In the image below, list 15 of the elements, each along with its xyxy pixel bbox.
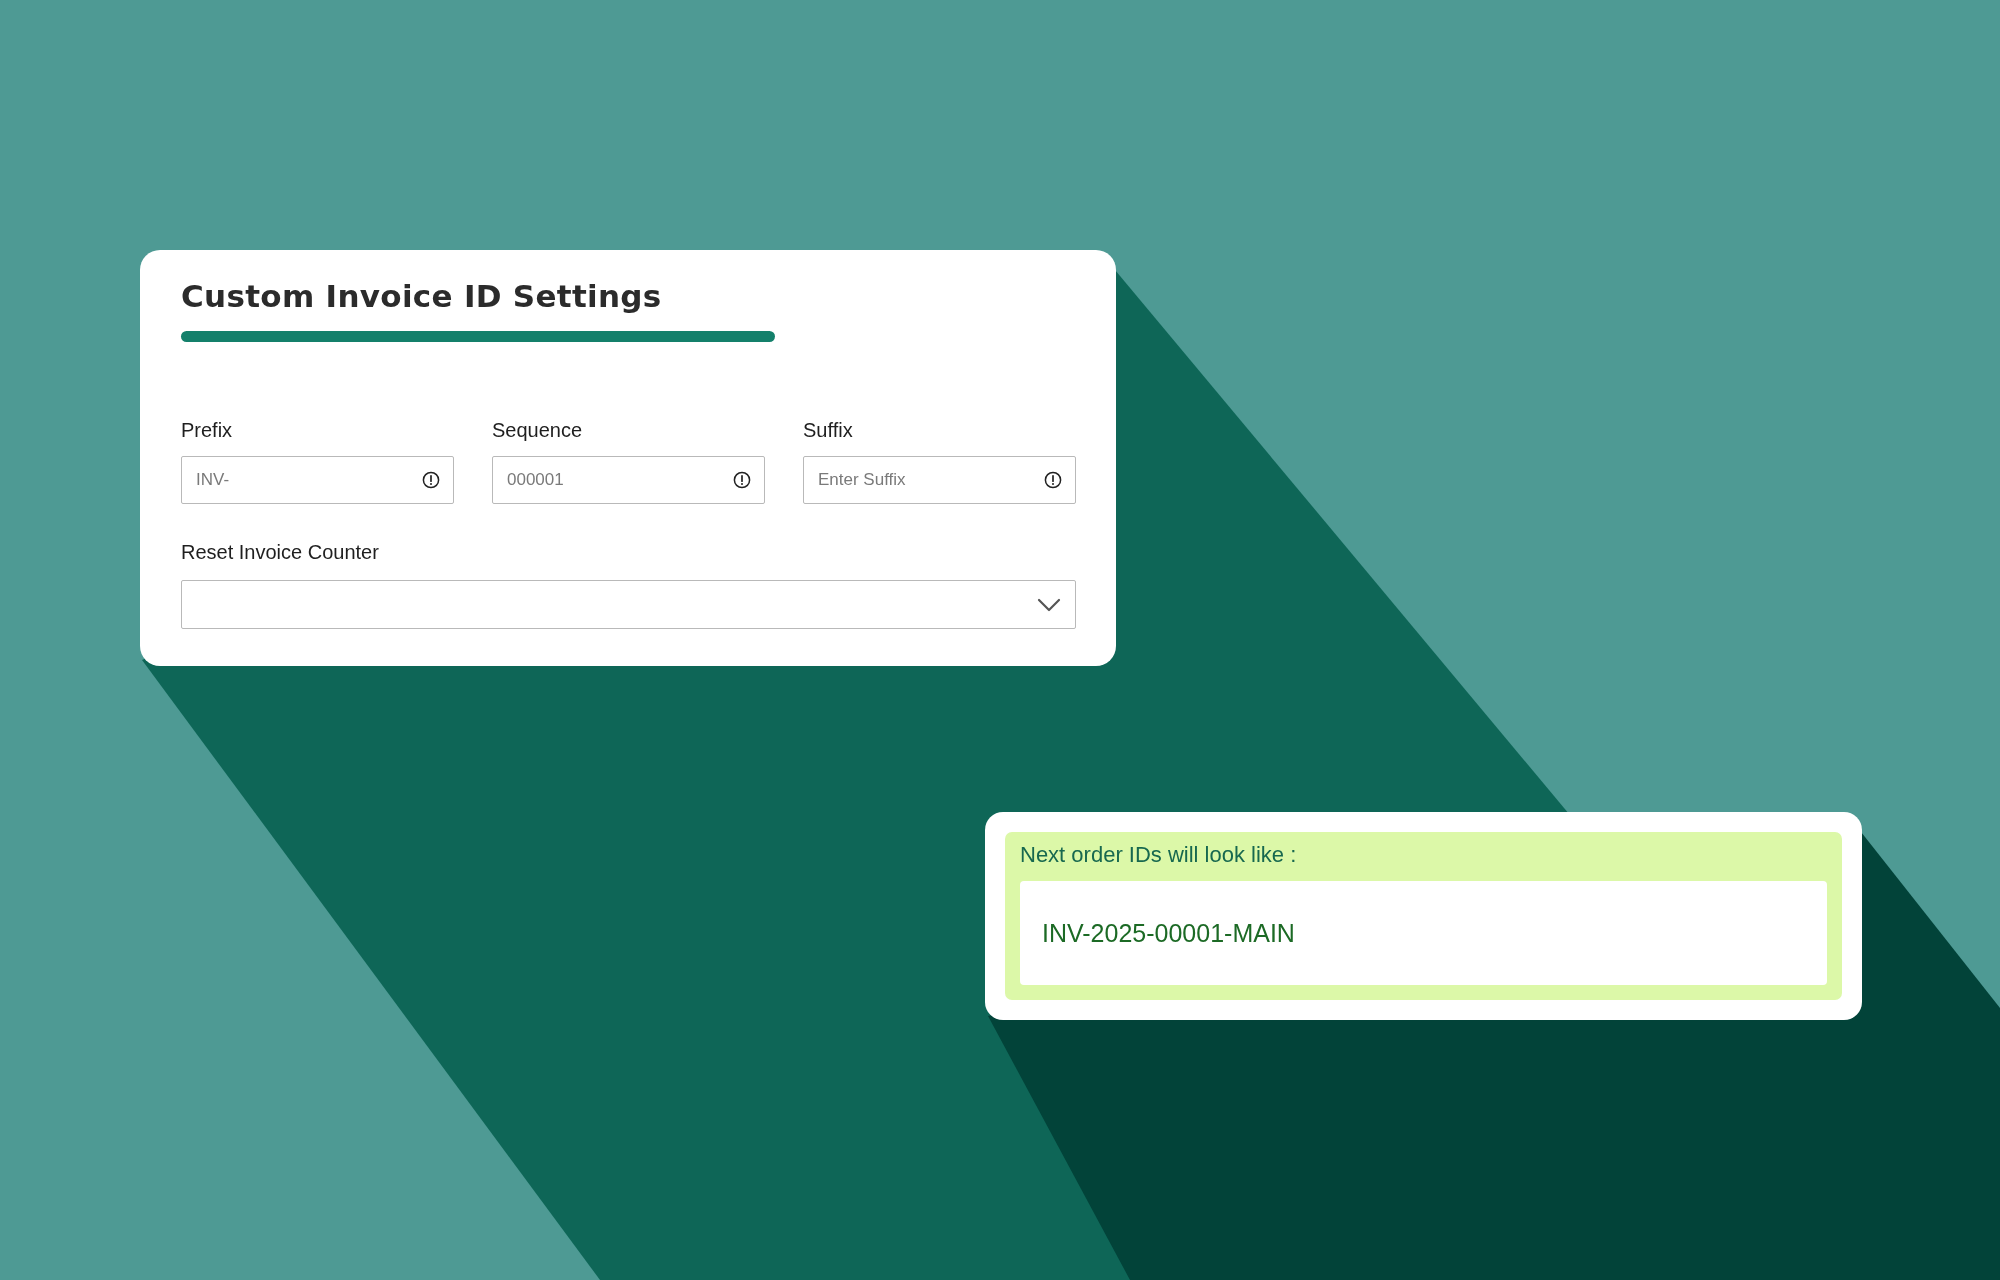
field-label: Sequence xyxy=(492,418,584,442)
invoice-id-example: INV-2025-00001-MAIN xyxy=(1042,918,1295,948)
field-label: Prefix xyxy=(181,418,234,442)
card-title: Custom Invoice ID Settings xyxy=(181,277,663,316)
field-label: Reset Invoice Counter xyxy=(181,540,380,564)
info-icon xyxy=(733,471,751,489)
select-field[interactable] xyxy=(181,580,1076,629)
info-icon xyxy=(422,471,440,489)
info-icon xyxy=(1044,471,1062,489)
preview-label: Next order IDs will look like : xyxy=(1020,841,1298,869)
input-field[interactable]: 000001 xyxy=(492,456,765,504)
chevron-down-icon xyxy=(1037,597,1061,612)
field-label: Suffix xyxy=(803,418,854,442)
input-field[interactable]: INV- xyxy=(181,456,454,504)
input-field[interactable]: Enter Suffix xyxy=(803,456,1076,504)
